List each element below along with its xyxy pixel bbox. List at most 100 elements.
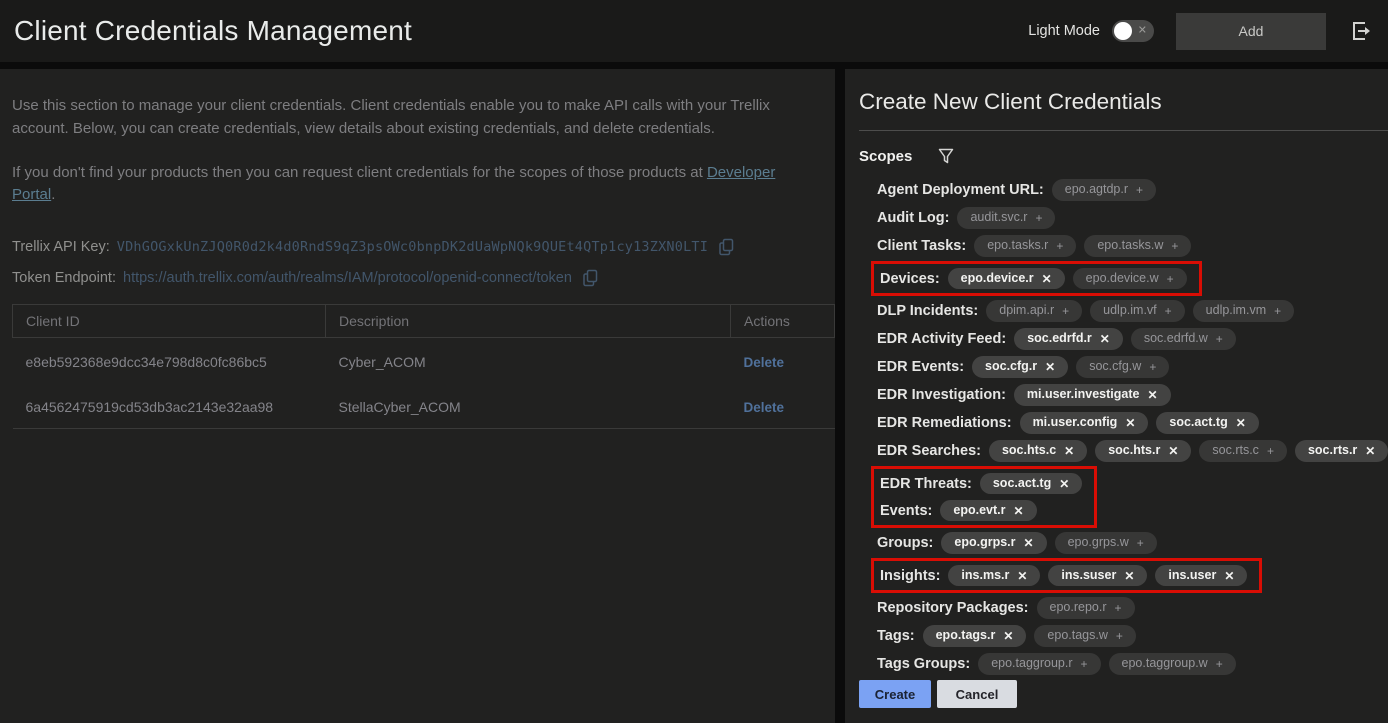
intro-text: Use this section to manage your client c…: [12, 94, 817, 141]
chip-label: epo.tags.r: [936, 628, 996, 644]
scope-chip[interactable]: epo.tags.w+: [1034, 625, 1135, 647]
filter-icon[interactable]: [938, 148, 954, 165]
chip-label: epo.device.r: [961, 271, 1034, 287]
light-mode-toggle[interactable]: ✕: [1112, 20, 1154, 42]
scope-chip[interactable]: soc.edrfd.w+: [1131, 328, 1236, 350]
scope-chip[interactable]: epo.tasks.w+: [1084, 235, 1191, 257]
scope-chip[interactable]: ins.ms.r✕: [948, 565, 1040, 587]
delete-link[interactable]: Delete: [744, 400, 785, 415]
scope-chip[interactable]: soc.edrfd.r✕: [1014, 328, 1123, 350]
scope-row: Insights:ins.ms.r✕ins.suser✕ins.user✕: [876, 562, 1247, 589]
chip-label: epo.agtdp.r: [1065, 182, 1128, 198]
scope-chip[interactable]: soc.rts.c+: [1199, 440, 1287, 462]
scope-label: EDR Remediations:: [877, 415, 1012, 431]
scope-label: Repository Packages:: [877, 600, 1029, 616]
copy-api-key-icon[interactable]: [718, 238, 735, 256]
chip-label: epo.evt.r: [953, 503, 1005, 519]
description-cell: StellaCyber_ACOM: [326, 383, 731, 429]
scope-chip[interactable]: udlp.im.vm+: [1193, 300, 1294, 322]
scope-chip[interactable]: epo.evt.r ✕: [940, 500, 1036, 522]
chip-label: mi.user.investigate: [1027, 387, 1140, 403]
delete-link[interactable]: Delete: [744, 355, 785, 370]
scope-chip[interactable]: soc.rts.r✕: [1295, 440, 1388, 462]
token-endpoint-value: https://auth.trellix.com/auth/realms/IAM…: [123, 270, 572, 286]
chip-label: dpim.api.r: [999, 303, 1054, 319]
remove-icon: ✕: [1365, 445, 1375, 457]
scope-chip[interactable]: epo.agtdp.r +: [1052, 179, 1156, 201]
scope-row: EDR Investigation:mi.user.investigate✕: [859, 381, 1388, 409]
table-body: e8eb592368e9dcc34e798d8c0fc86bc5Cyber_AC…: [13, 337, 835, 428]
chip-label: udlp.im.vf: [1103, 303, 1157, 319]
chip-label: epo.tasks.r: [987, 238, 1048, 254]
scope-chip[interactable]: soc.hts.c✕: [989, 440, 1087, 462]
scope-chip[interactable]: soc.hts.r✕: [1095, 440, 1191, 462]
add-icon: +: [1149, 361, 1156, 373]
scope-chip[interactable]: ins.suser✕: [1048, 565, 1147, 587]
add-icon: +: [1216, 658, 1223, 670]
add-icon: +: [1116, 630, 1123, 642]
chip-label: soc.cfg.r: [985, 359, 1037, 375]
chip-label: epo.taggroup.r: [991, 656, 1072, 672]
annotation-box: Insights:ins.ms.r✕ins.suser✕ins.user✕: [871, 558, 1262, 593]
chip-label: soc.act.tg: [1169, 415, 1227, 431]
chip-label: audit.svc.r: [970, 210, 1027, 226]
content-area: Use this section to manage your client c…: [0, 62, 1388, 723]
remove-icon: ✕: [1024, 537, 1034, 549]
scope-chip[interactable]: epo.taggroup.w+: [1109, 653, 1236, 675]
scope-chip[interactable]: epo.tasks.r+: [974, 235, 1076, 257]
scope-chip[interactable]: dpim.api.r+: [986, 300, 1082, 322]
scope-label: Events:: [880, 503, 932, 519]
scope-chip[interactable]: epo.tags.r✕: [923, 625, 1027, 647]
remove-icon: ✕: [1045, 361, 1055, 373]
scope-chip[interactable]: epo.repo.r+: [1037, 597, 1135, 619]
scope-chip[interactable]: epo.device.r ✕: [948, 268, 1065, 290]
add-button[interactable]: Add: [1176, 13, 1326, 50]
scope-chip[interactable]: mi.user.config✕: [1020, 412, 1149, 434]
api-key-row: Trellix API Key: VDhGOGxkUnZJQ0R0d2k4d0R…: [12, 238, 821, 256]
api-key-label: Trellix API Key:: [12, 239, 110, 255]
remove-icon: ✕: [1125, 417, 1135, 429]
scope-row: EDR Threats: soc.act.tg ✕: [876, 470, 1082, 497]
annotation-box: Devices:epo.device.r✕epo.device.w+: [871, 261, 1202, 296]
scope-chip[interactable]: udlp.im.vf+: [1090, 300, 1185, 322]
client-id-cell: e8eb592368e9dcc34e798d8c0fc86bc5: [13, 337, 326, 383]
scope-chip[interactable]: epo.grps.w+: [1055, 532, 1157, 554]
remove-icon: ✕: [1059, 478, 1069, 490]
table-row: e8eb592368e9dcc34e798d8c0fc86bc5Cyber_AC…: [13, 337, 835, 383]
add-icon: +: [1081, 658, 1088, 670]
copy-token-endpoint-icon[interactable]: [582, 269, 599, 287]
scope-row: Tags:epo.tags.r✕epo.tags.w+: [859, 622, 1388, 650]
chip-label: soc.act.tg: [993, 476, 1051, 492]
chip-label: epo.grps.r: [954, 535, 1015, 551]
logout-icon[interactable]: [1350, 19, 1372, 43]
app-window: Client Credentials Management Light Mode…: [0, 0, 1388, 723]
scope-chip[interactable]: soc.act.tg ✕: [980, 473, 1082, 495]
remove-icon: ✕: [1014, 505, 1024, 517]
add-icon: +: [1136, 184, 1143, 196]
scope-chip[interactable]: epo.device.w+: [1073, 268, 1187, 290]
cancel-button[interactable]: Cancel: [937, 680, 1017, 708]
scope-label: EDR Threats:: [880, 476, 972, 492]
scope-row: Client Tasks:epo.tasks.r+epo.tasks.w+: [859, 232, 1388, 260]
scope-row: Audit Log:audit.svc.r+: [859, 204, 1388, 232]
create-button[interactable]: Create: [859, 680, 931, 708]
scope-chip[interactable]: mi.user.investigate✕: [1014, 384, 1171, 406]
scope-label: EDR Activity Feed:: [877, 331, 1006, 347]
divider: [859, 130, 1388, 131]
scope-chip[interactable]: soc.cfg.r ✕: [972, 356, 1068, 378]
api-key-value: VDhGOGxkUnZJQ0R0d2k4d0RndS9qZ3psOWc0bnpD…: [117, 239, 708, 255]
scope-chip[interactable]: soc.cfg.w+: [1076, 356, 1169, 378]
add-icon: +: [1115, 602, 1122, 614]
scope-chip[interactable]: epo.grps.r ✕: [941, 532, 1046, 554]
scope-row: Repository Packages: epo.repo.r+: [859, 594, 1388, 622]
scope-chip[interactable]: ins.user✕: [1155, 565, 1247, 587]
actions-cell: Delete: [731, 337, 835, 383]
actions-cell: Delete: [731, 383, 835, 429]
column-header: Client ID: [13, 304, 326, 337]
token-endpoint-row: Token Endpoint: https://auth.trellix.com…: [12, 269, 821, 287]
remove-icon: ✕: [1042, 273, 1052, 285]
scope-row: EDR Remediations: mi.user.config✕ soc.act.…: [859, 409, 1388, 437]
scope-chip[interactable]: soc.act.tg✕: [1156, 412, 1258, 434]
scope-chip[interactable]: audit.svc.r+: [957, 207, 1055, 229]
scope-chip[interactable]: epo.taggroup.r +: [978, 653, 1100, 675]
